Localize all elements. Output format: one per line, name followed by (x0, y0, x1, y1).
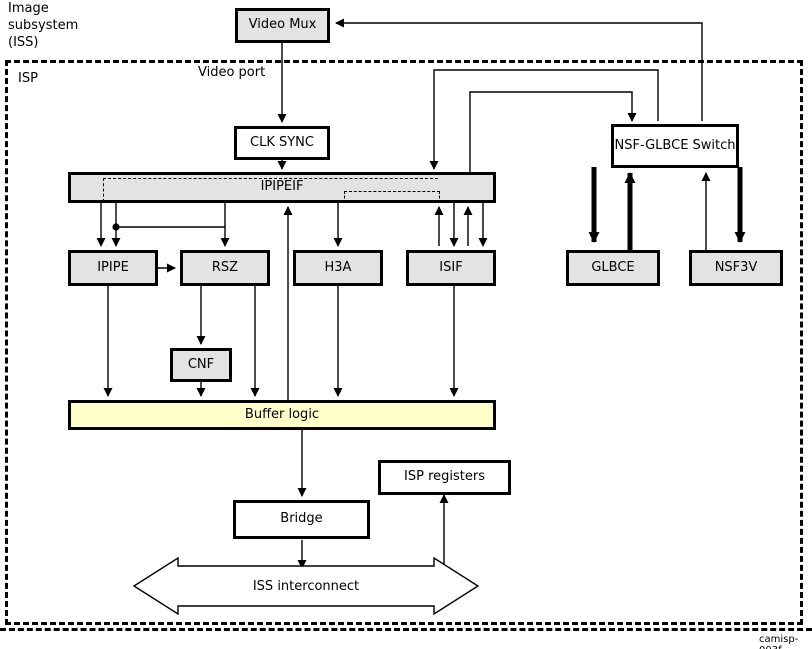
node-isp-registers[interactable]: ISP registers (378, 460, 511, 495)
node-h3a[interactable]: H3A (293, 250, 383, 286)
node-buffer-logic[interactable]: Buffer logic (68, 400, 496, 430)
node-bridge[interactable]: Bridge (233, 500, 370, 539)
boundary-label-isp: ISP (18, 71, 38, 86)
node-label-isp-registers: ISP registers (404, 469, 485, 485)
label-video-port: Video port (198, 65, 266, 80)
node-label-cnf: CNF (187, 356, 215, 372)
node-nsf-glbce-switch[interactable]: NSF-GLBCE Switch (611, 124, 739, 168)
node-label-ipipe: IPIPE (97, 259, 129, 275)
node-isif[interactable]: ISIF (406, 250, 496, 286)
node-video-mux[interactable]: Video Mux (235, 8, 330, 43)
node-label-glbce: GLBCE (591, 259, 635, 275)
boundary-label-iss: Image subsystem (ISS) (8, 1, 79, 51)
node-label-nsf3v: NSF3V (714, 259, 758, 275)
node-label-video-mux: Video Mux (248, 17, 317, 33)
node-cnf[interactable]: CNF (170, 348, 232, 382)
node-glbce[interactable]: GLBCE (566, 250, 660, 286)
node-label-iss-interconnect: ISS interconnect (252, 579, 360, 594)
node-clk-sync[interactable]: CLK SYNC (234, 126, 330, 160)
figure-caption: camisp-003f (759, 634, 799, 649)
node-rsz[interactable]: RSZ (180, 250, 270, 286)
node-label-buffer-logic: Buffer logic (244, 406, 320, 422)
node-nsf3v[interactable]: NSF3V (689, 250, 783, 286)
node-label-h3a: H3A (324, 259, 352, 275)
node-ipipe[interactable]: IPIPE (68, 250, 158, 286)
node-label-nsf-glbce-switch: NSF-GLBCE Switch (614, 137, 736, 153)
node-label-rsz: RSZ (211, 259, 239, 275)
node-label-bridge: Bridge (280, 511, 323, 527)
ipipeif-inner-path-right (344, 191, 440, 203)
node-label-isif: ISIF (439, 259, 463, 275)
node-label-clk-sync: CLK SYNC (250, 134, 314, 150)
isp-block-diagram: Image subsystem (ISS) ISP Video port Vid… (0, 0, 812, 649)
